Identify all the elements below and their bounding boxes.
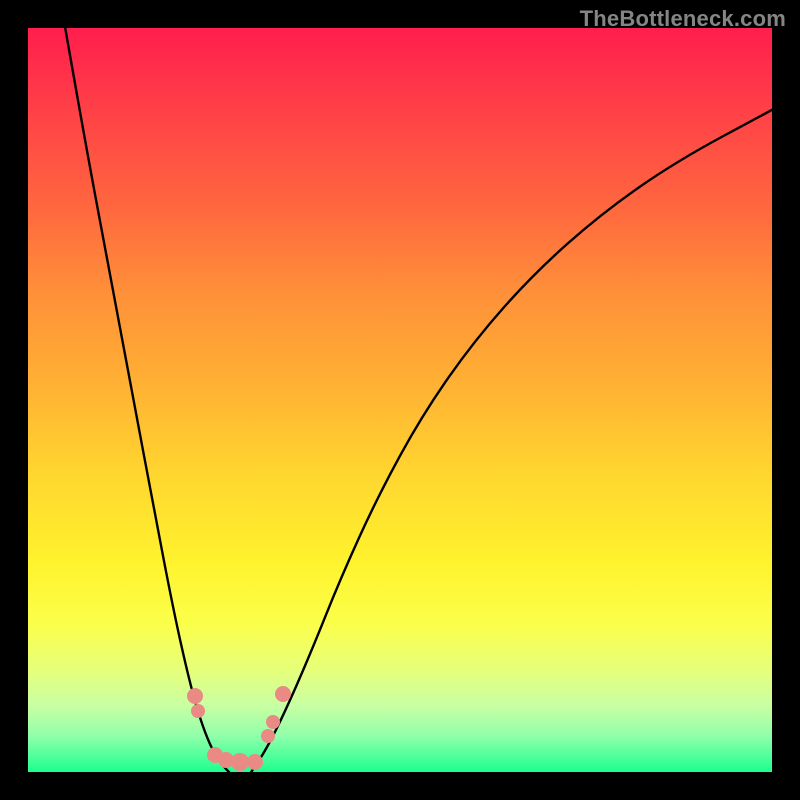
- data-marker: [275, 686, 291, 702]
- data-marker: [187, 688, 203, 704]
- data-marker: [261, 729, 275, 743]
- plot-area: [28, 28, 772, 772]
- curve-right-branch: [251, 110, 772, 772]
- watermark-text: TheBottleneck.com: [580, 6, 786, 32]
- chart-frame: TheBottleneck.com: [0, 0, 800, 800]
- bottleneck-curve: [28, 28, 772, 772]
- data-marker: [266, 715, 280, 729]
- curve-left-branch: [65, 28, 229, 772]
